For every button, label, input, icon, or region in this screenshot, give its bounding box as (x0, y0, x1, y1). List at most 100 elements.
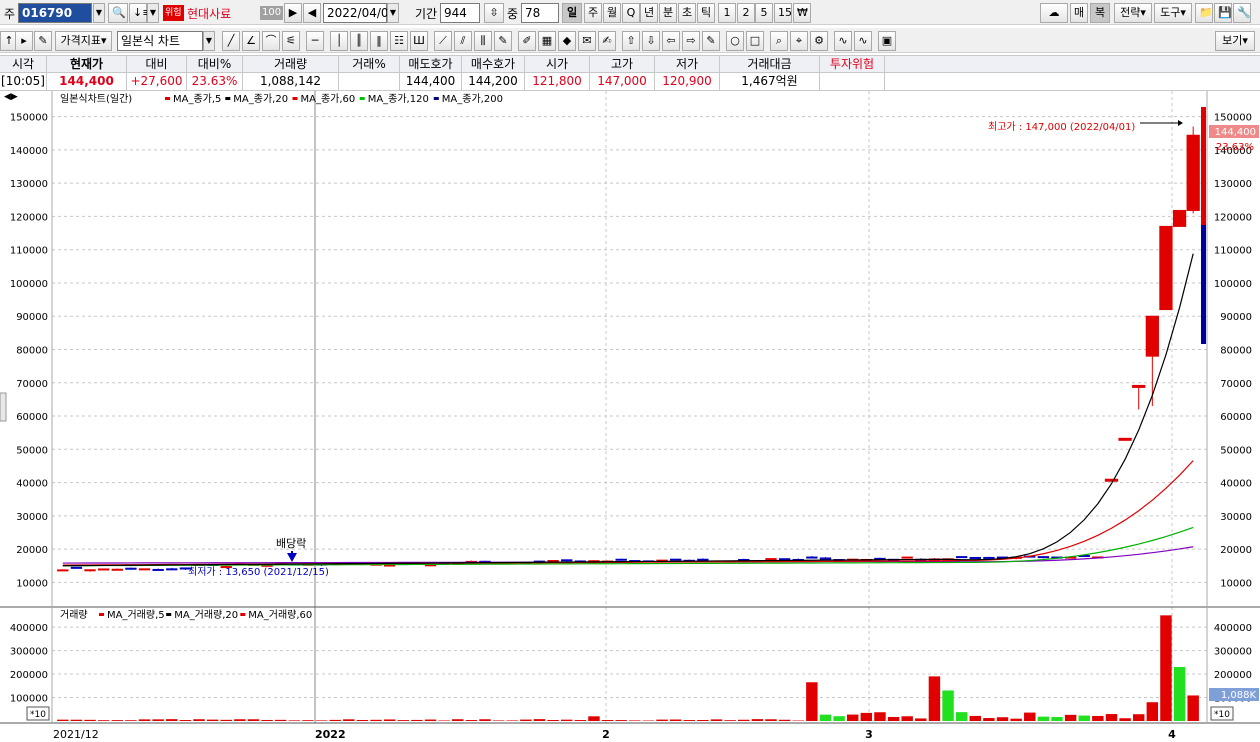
volume-bar (724, 720, 736, 721)
mid-input[interactable]: 78 (521, 3, 559, 23)
volume-bar (969, 715, 982, 721)
volume-bar (846, 714, 859, 721)
interval-button-2[interactable]: 월 (603, 3, 621, 23)
erase-tool-icon[interactable]: ✐ (518, 31, 536, 51)
save-icon[interactable]: 💾 (1214, 3, 1232, 23)
multi-vline-tool-icon[interactable]: ‖ (370, 31, 388, 51)
wrench-icon[interactable]: 🔧 (1233, 3, 1251, 23)
memo-icon[interactable]: ✎ (702, 31, 720, 51)
tools-button[interactable]: 도구▾ (1154, 3, 1192, 23)
volume-bar (1051, 717, 1063, 721)
zoom-out-icon[interactable]: ⌖ (790, 31, 808, 51)
pen-tool-icon[interactable]: ✎ (494, 31, 512, 51)
scroll-arrows-icon[interactable]: ◀▶ (4, 92, 18, 102)
interval-button-1[interactable]: 주 (584, 3, 602, 23)
cycle-tool-icon[interactable]: Ш (410, 31, 428, 51)
arc-tool-icon[interactable]: ⌒ (262, 31, 280, 51)
rect-tool-icon[interactable]: □ (746, 31, 764, 51)
volume-bar (806, 682, 818, 721)
interval-button-8[interactable]: 1 (718, 3, 736, 23)
circle-tool-icon[interactable]: ○ (726, 31, 744, 51)
interval-button-7[interactable]: 틱 (697, 3, 715, 23)
interval-button-4[interactable]: 년 (640, 3, 658, 23)
stock-chart[interactable]: 10000 10000 20000 20000 30000 30000 40000 40000… (0, 91, 1260, 742)
settings-tool-icon[interactable]: ⚙ (810, 31, 828, 51)
up-arrow-icon[interactable]: ⇧ (622, 31, 640, 51)
interval-button-0[interactable]: 일 (562, 3, 582, 23)
x-axis-label-1: 2022 (315, 728, 346, 741)
candle-body-2022/03/30 (1159, 225, 1173, 311)
volume-bar (152, 719, 164, 721)
angle-tool-icon[interactable]: ∠ (242, 31, 260, 51)
sort-icon[interactable]: ↓≡ (129, 3, 151, 23)
down-arrow-icon[interactable]: ⇩ (642, 31, 660, 51)
note-tool-icon[interactable]: ✉ (578, 31, 596, 51)
stock-code-input[interactable]: 016790 (18, 3, 92, 23)
sort-dropdown-icon[interactable]: ▼ (147, 3, 159, 23)
parallel-tool-icon[interactable]: ⫼ (474, 31, 492, 51)
stock-code-dropdown-icon[interactable]: ▼ (93, 3, 105, 23)
cloud-icon[interactable]: ☁ (1040, 3, 1068, 23)
interval-button-3[interactable]: Q (622, 3, 640, 23)
interval-button-11[interactable]: 15 (774, 3, 792, 23)
strategy-button[interactable]: 전략▾ (1114, 3, 1152, 23)
scroll-icon[interactable]: ⇳ (484, 3, 504, 23)
volume-bar (97, 720, 110, 721)
grid-tool-icon[interactable]: ▣ (878, 31, 896, 51)
prev-arrow-icon[interactable]: ◀ (303, 3, 321, 23)
date-input[interactable]: 2022/04/01 (323, 3, 396, 23)
buy-button[interactable]: 매 (1070, 3, 1088, 23)
price-tick-right-3: 40000 (1220, 479, 1252, 490)
quote-header-11: 거래대금 (720, 56, 820, 74)
line-tool-icon[interactable]: ╱ (222, 31, 240, 51)
drawing-toolbar: ↑ ▸ ✎ 가격지표▾ 일본식 차트 ▼ ╱ ∠ ⌒ ⚟ ─ │ ║ ‖ ☷ Ш ⟋ ⫽ ⫼ ✎ ✐ ▦ ◆ ✉ ✍… (0, 28, 1260, 53)
period-input[interactable]: 944 (440, 3, 480, 23)
fill-tool-icon[interactable]: ◆ (558, 31, 576, 51)
volume-bar (288, 720, 301, 721)
wave-tool-icon[interactable]: ∿ (834, 31, 852, 51)
price-indicator-button[interactable]: 가격지표▾ (55, 31, 112, 51)
fan-tool-icon[interactable]: ⚟ (282, 31, 300, 51)
right-arrow-icon[interactable]: ⇨ (682, 31, 700, 51)
interval-button-10[interactable]: 5 (755, 3, 773, 23)
wave2-tool-icon[interactable]: ∿ (854, 31, 872, 51)
price-tick-right-12: 130000 (1214, 179, 1252, 190)
volume-bar (397, 720, 410, 721)
volume-bar (479, 719, 491, 721)
volume-bar (370, 719, 382, 721)
volume-bar (329, 719, 341, 721)
trend-tool-icon[interactable]: ⟋ (434, 31, 452, 51)
channel-tool-icon[interactable]: ⫽ (454, 31, 472, 51)
collapse-icon[interactable]: ▸ (15, 31, 33, 51)
volume-bar (424, 719, 437, 721)
view-button[interactable]: 보기▾ (1215, 31, 1255, 51)
candle-body-2022/03/31 (1172, 209, 1187, 227)
zoom-tool-icon[interactable]: ⌕ (770, 31, 788, 51)
date-dropdown-icon[interactable]: ▼ (387, 3, 399, 23)
vline-tool-icon[interactable]: │ (330, 31, 348, 51)
left-panel-toggle[interactable] (0, 392, 7, 422)
copy-button[interactable]: 복 (1090, 3, 1110, 23)
volume-tick-right-2: 300000 (1214, 647, 1252, 658)
interval-button-9[interactable]: 2 (737, 3, 755, 23)
volume-bar (302, 720, 314, 721)
volume-bar (751, 719, 764, 721)
table-tool-icon[interactable]: ☷ (390, 31, 408, 51)
next-arrow-icon[interactable]: ▶ (284, 3, 302, 23)
chart-type-select[interactable]: 일본식 차트 (117, 31, 203, 51)
interval-button-6[interactable]: 초 (678, 3, 696, 23)
color-tool-icon[interactable]: ▦ (538, 31, 556, 51)
left-arrow-icon[interactable]: ⇦ (662, 31, 680, 51)
bars-tool-icon[interactable]: ║ (350, 31, 368, 51)
hline-tool-icon[interactable]: ─ (306, 31, 324, 51)
price-tick-right-4: 50000 (1220, 445, 1252, 456)
interval-button-5[interactable]: 분 (659, 3, 677, 23)
edit-icon[interactable]: ✎ (34, 31, 52, 51)
volume-bar (220, 719, 232, 721)
chart-type-dropdown-icon[interactable]: ▼ (203, 31, 215, 51)
candle-body (697, 558, 709, 561)
folder-icon[interactable]: 📁 (1195, 3, 1213, 23)
brush-tool-icon[interactable]: ✍ (598, 31, 616, 51)
interval-button-12[interactable]: ₩ (793, 3, 811, 23)
search-icon[interactable]: 🔍 (108, 3, 128, 23)
